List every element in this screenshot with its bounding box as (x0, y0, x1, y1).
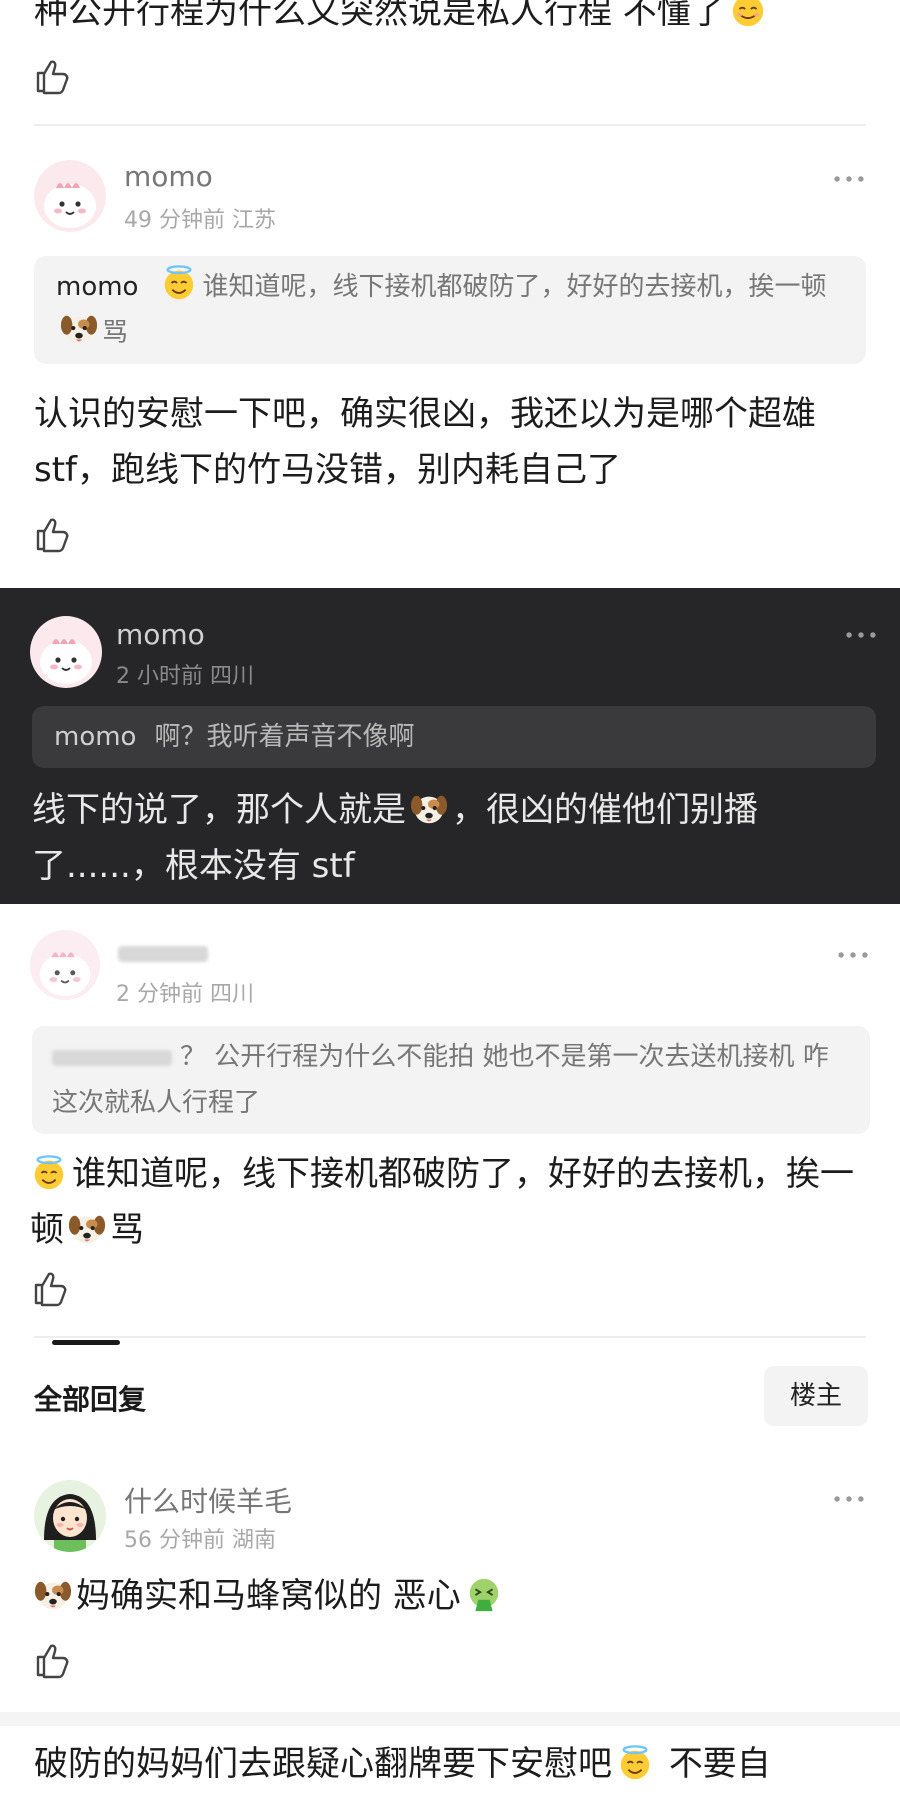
dog-face-emoji-icon (410, 790, 448, 828)
quoted-reply-text: 啊？我听着声音不像啊 (154, 722, 415, 752)
comment-body: 线下的说了，那个人就是 ，很凶的催他们别播了......，根本没有 stf (32, 782, 882, 894)
avatar[interactable] (30, 930, 100, 1000)
comment-body: 认识的安慰一下吧，确实很凶，我还以为是哪个超雄stf，跑线下的竹马没错，别内耗自… (34, 394, 816, 490)
comment-time-location: 2 小时前 四川 (116, 664, 254, 689)
more-dots-icon[interactable] (844, 630, 878, 640)
quoted-reply-name: momo (54, 722, 137, 752)
thumbs-up-icon[interactable] (30, 1268, 70, 1308)
quoted-reply[interactable]: momo 啊？我听着声音不像啊 (32, 706, 876, 768)
reply-body-text: 妈确实和马蜂窝似的 恶心 (76, 1576, 461, 1616)
avatar[interactable] (30, 616, 102, 688)
angel-face-emoji-icon (160, 264, 198, 302)
commenter-name[interactable]: momo (124, 160, 213, 193)
divider (34, 124, 866, 126)
dog-face-emoji-icon (60, 310, 98, 348)
thumbs-up-icon[interactable] (32, 56, 72, 96)
comment-body-part1: 谁知道呢，线下接机都破防了，好好的去接机，挨一顿 (30, 1154, 854, 1250)
top-comment-text-tail: 种公开行程为什么又突然说是私人行程 不懂了 (34, 0, 725, 32)
comment-body-part1: 线下的说了，那个人就是 (32, 790, 406, 830)
reply-body: 妈确实和马蜂窝似的 恶心 (34, 1568, 866, 1624)
quoted-reply-name: momo (56, 272, 139, 302)
smiling-face-emoji-icon (729, 0, 767, 30)
more-dots-icon[interactable] (836, 950, 870, 960)
comment-card: 2 分钟前 四川 ？ 公开行程为什么不能拍 她也不是第一次去送机接机 咋这次就私… (0, 910, 900, 1330)
section-separator (0, 1712, 900, 1726)
comment-card: momo 49 分钟前 江苏 momo 谁知道呢，线下接机都破防了，好好的去接机，… (0, 140, 900, 580)
top-comment-text: 种公开行程为什么又突然说是私人行程 不懂了 (34, 0, 874, 40)
tab-indicator (52, 1340, 120, 1345)
dog-face-emoji-icon (68, 1210, 106, 1248)
reply-card: 什么时候羊毛 56 分钟前 湖南 妈确实和马蜂窝似的 恶心 (0, 1460, 900, 1700)
vomiting-face-emoji-icon (465, 1576, 503, 1614)
comment-time-location: 49 分钟前 江苏 (124, 208, 276, 233)
comment-time-location: 56 分钟前 湖南 (124, 1528, 276, 1553)
bottom-comment-text-part2: 不要自 (668, 1744, 771, 1784)
dog-face-emoji-icon (34, 1576, 72, 1614)
more-dots-icon[interactable] (832, 1494, 866, 1504)
owner-filter-button[interactable]: 楼主 (764, 1366, 868, 1426)
angel-face-emoji-icon (616, 1744, 654, 1782)
blurred-quoted-name (52, 1049, 172, 1066)
comment-body-part2: 骂 (110, 1210, 144, 1250)
commenter-name[interactable]: momo (116, 618, 205, 651)
quoted-reply-text: 谁知道呢，线下接机都破防了，好好的去接机，挨一顿 (202, 272, 827, 302)
comment-body: 谁知道呢，线下接机都破防了，好好的去接机，挨一顿骂 (30, 1146, 880, 1258)
quoted-reply[interactable]: momo 谁知道呢，线下接机都破防了，好好的去接机，挨一顿骂 (34, 256, 866, 364)
more-dots-icon[interactable] (832, 174, 866, 184)
divider (34, 1336, 866, 1338)
quoted-reply-text-tail: 骂 (102, 318, 129, 348)
thumbs-up-icon[interactable] (32, 1640, 72, 1680)
bottom-comment-text-part1: 破防的妈妈们去跟疑心翻牌要下安慰吧 (34, 1744, 612, 1784)
blurred-username (118, 946, 208, 962)
avatar[interactable] (34, 160, 106, 232)
commenter-name[interactable]: 什么时候羊毛 (124, 1480, 292, 1520)
avatar[interactable] (34, 1480, 106, 1552)
all-replies-title[interactable]: 全部回复 (34, 1378, 146, 1418)
thumbs-up-icon[interactable] (32, 514, 72, 554)
quoted-reply[interactable]: ？ 公开行程为什么不能拍 她也不是第一次去送机接机 咋这次就私人行程了 (32, 1026, 870, 1134)
angel-face-emoji-icon (30, 1154, 68, 1192)
highlighted-comment-card: momo 2 小时前 四川 momo 啊？我听着声音不像啊 线下的说了，那个人就是… (0, 588, 900, 904)
comment-time-location: 2 分钟前 四川 (116, 982, 254, 1007)
bottom-comment-text: 破防的妈妈们去跟疑心翻牌要下安慰吧 不要自 (34, 1736, 884, 1792)
